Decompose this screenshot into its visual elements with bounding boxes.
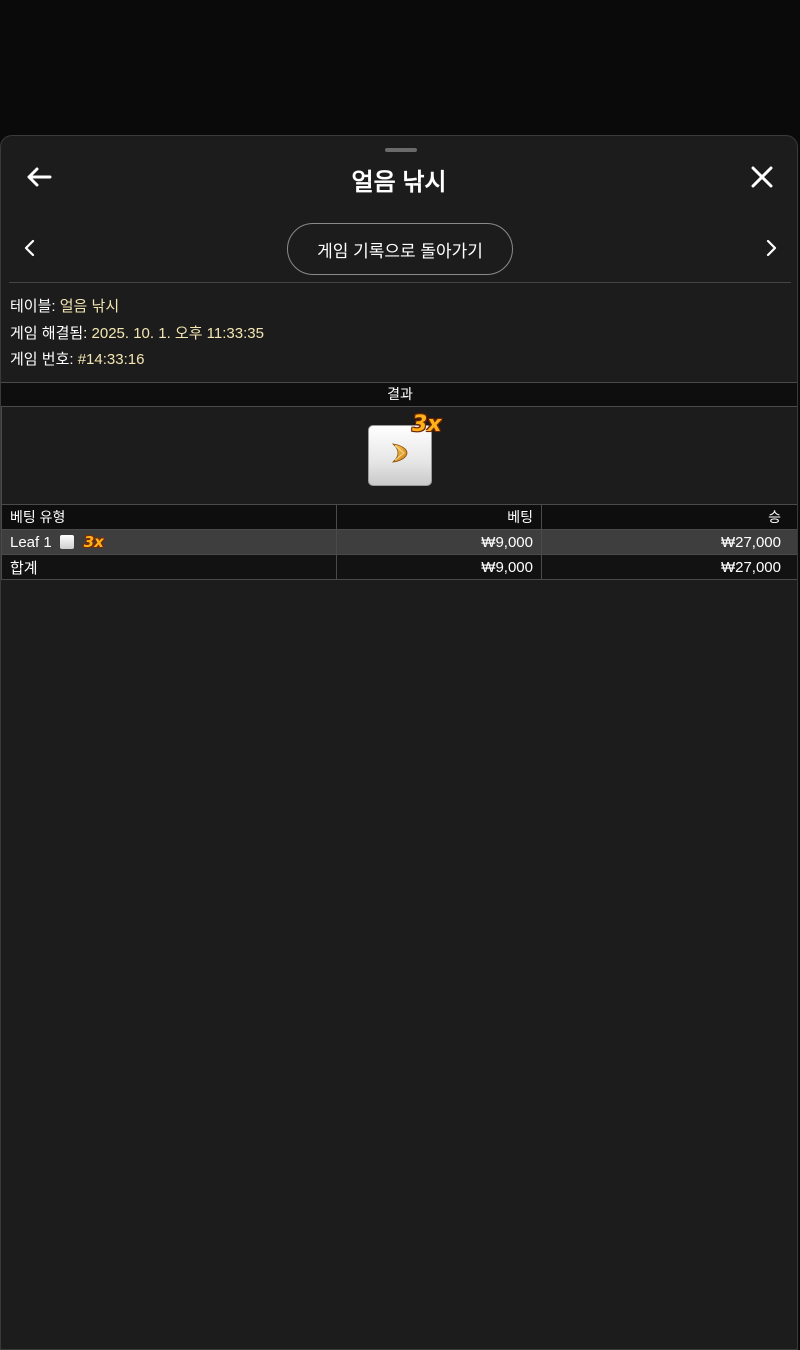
resolved-info-line: 게임 해결됨: 2025. 10. 1. 오후 11:33:35 [10, 321, 264, 348]
close-button[interactable] [742, 159, 782, 199]
game-info: 테이블: 얼음 낚시 게임 해결됨: 2025. 10. 1. 오후 11:33… [10, 294, 264, 374]
return-to-history-button[interactable]: 게임 기록으로 돌아가기 [287, 223, 513, 275]
bet-type-cell: Leaf 1 3x [1, 529, 337, 555]
win-amount-cell: ₩27,000 [541, 529, 797, 555]
table-value: 얼음 낚시 [59, 298, 120, 315]
result-multiplier: 3x [412, 412, 442, 437]
game-number-value: #14:33:16 [77, 351, 145, 368]
game-detail-sheet: 얼음 낚시 게임 기록으로 돌아가기 테이블: 얼음 낚시 게임 해결됨: 20… [0, 135, 798, 1350]
leaf-icon [387, 440, 413, 471]
column-header-bet-type: 베팅 유형 [1, 504, 337, 530]
column-header-win: 승 [541, 504, 797, 530]
header: 얼음 낚시 [1, 136, 797, 224]
result-header: 결과 [1, 382, 797, 407]
game-number-line: 게임 번호: #14:33:16 [10, 347, 264, 374]
table-label: 테이블: [10, 298, 56, 315]
total-win: ₩27,000 [541, 554, 797, 580]
table-row: Leaf 1 3x ₩9,000 ₩27,000 [1, 529, 797, 555]
table-header-row: 베팅 유형 베팅 승 [1, 504, 797, 530]
bet-type-label: Leaf 1 [10, 534, 52, 551]
total-bet: ₩9,000 [336, 554, 542, 580]
resolved-label: 게임 해결됨: [10, 324, 88, 342]
result-area: 3x [1, 407, 797, 504]
bet-multiplier: 3x [83, 533, 104, 551]
page-title: 얼음 낚시 [351, 169, 447, 196]
table-info-line: 테이블: 얼음 낚시 [10, 294, 264, 321]
leaf-icon [59, 535, 74, 549]
total-row: 합계 ₩9,000 ₩27,000 [1, 554, 797, 580]
chevron-left-icon [23, 239, 35, 262]
column-header-bet: 베팅 [336, 504, 542, 530]
bets-table: 베팅 유형 베팅 승 Leaf 1 3x ₩9,000 ₩27,000 합계 ₩9… [1, 504, 797, 580]
bet-amount-cell: ₩9,000 [336, 529, 542, 555]
total-label: 합계 [1, 554, 337, 580]
chevron-right-icon [766, 239, 778, 262]
next-game-button[interactable] [752, 230, 792, 270]
previous-game-button[interactable] [9, 230, 49, 270]
resolved-value: 2025. 10. 1. 오후 11:33:35 [91, 324, 264, 342]
divider [9, 282, 791, 283]
game-number-label: 게임 번호: [10, 351, 74, 368]
history-nav: 게임 기록으로 돌아가기 [1, 222, 797, 278]
close-icon [750, 165, 774, 194]
